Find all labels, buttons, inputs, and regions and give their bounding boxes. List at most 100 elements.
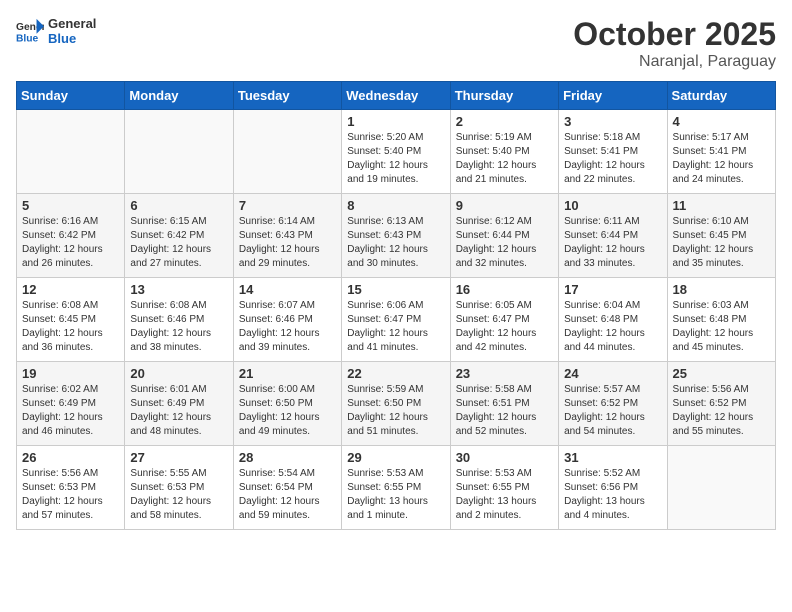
calendar-week-3: 12 Sunrise: 6:08 AM Sunset: 6:45 PM Dayli…	[17, 278, 776, 362]
day-info: Sunrise: 6:08 AM Sunset: 6:45 PM Dayligh…	[22, 299, 119, 355]
calendar-cell: 7Sunrise: 6:14 AM Sunset: 6:43 PM Daylig…	[233, 194, 341, 278]
calendar-cell: 8Sunrise: 6:13 AM Sunset: 6:43 PM Daylig…	[342, 194, 450, 278]
calendar-cell	[125, 110, 233, 194]
day-info: Sunrise: 5:56 AM Sunset: 6:53 PM Dayligh…	[22, 467, 119, 523]
day-info: Sunrise: 5:56 AM Sunset: 6:52 PM Dayligh…	[673, 383, 770, 439]
calendar-cell	[17, 110, 125, 194]
weekday-header-saturday: Saturday	[667, 82, 775, 110]
calendar-week-2: 5 Sunrise: 6:16 AM Sunset: 6:42 PM Daylig…	[17, 194, 776, 278]
svg-text:Blue: Blue	[16, 33, 39, 44]
weekday-header-row: SundayMondayTuesdayWednesdayThursdayFrid…	[17, 82, 776, 110]
day-number: 28	[239, 450, 336, 465]
day-number: 14	[239, 282, 336, 297]
day-number: 26	[22, 450, 119, 465]
day-info: Sunrise: 6:07 AM Sunset: 6:46 PM Dayligh…	[239, 299, 336, 355]
calendar-cell: 2 Sunrise: 5:19 AM Sunset: 5:40 PM Daylig…	[450, 110, 558, 194]
calendar-cell: 6 Sunrise: 6:15 AM Sunset: 6:42 PM Daylig…	[125, 194, 233, 278]
day-number: 6	[130, 198, 227, 213]
calendar-cell: 11 Sunrise: 6:10 AM Sunset: 6:45 PM Dayli…	[667, 194, 775, 278]
day-number: 3	[564, 114, 661, 129]
day-number: 23	[456, 366, 553, 381]
calendar-cell: 9 Sunrise: 6:12 AM Sunset: 6:44 PM Daylig…	[450, 194, 558, 278]
calendar-week-5: 26 Sunrise: 5:56 AM Sunset: 6:53 PM Dayli…	[17, 446, 776, 530]
day-info: Sunrise: 5:17 AM Sunset: 5:41 PM Dayligh…	[673, 131, 770, 187]
calendar-cell	[667, 446, 775, 530]
day-number: 5	[22, 198, 119, 213]
calendar-week-1: 1 Sunrise: 5:20 AM Sunset: 5:40 PM Daylig…	[17, 110, 776, 194]
day-info: Sunrise: 5:57 AM Sunset: 6:52 PM Dayligh…	[564, 383, 661, 439]
day-number: 8	[347, 198, 444, 213]
day-info: Sunrise: 5:55 AM Sunset: 6:53 PM Dayligh…	[130, 467, 227, 523]
day-info: Sunrise: 5:20 AM Sunset: 5:40 PM Dayligh…	[347, 131, 444, 187]
day-number: 25	[673, 366, 770, 381]
calendar-cell: 19Sunrise: 6:02 AM Sunset: 6:49 PM Dayli…	[17, 362, 125, 446]
location-subtitle: Naranjal, Paraguay	[573, 53, 776, 71]
day-info: Sunrise: 6:12 AM Sunset: 6:44 PM Dayligh…	[456, 215, 553, 271]
calendar-cell: 14 Sunrise: 6:07 AM Sunset: 6:46 PM Dayli…	[233, 278, 341, 362]
day-info: Sunrise: 5:53 AM Sunset: 6:55 PM Dayligh…	[456, 467, 553, 523]
calendar-cell: 23Sunrise: 5:58 AM Sunset: 6:51 PM Dayli…	[450, 362, 558, 446]
day-number: 24	[564, 366, 661, 381]
day-number: 10	[564, 198, 661, 213]
day-info: Sunrise: 5:59 AM Sunset: 6:50 PM Dayligh…	[347, 383, 444, 439]
day-info: Sunrise: 6:11 AM Sunset: 6:44 PM Dayligh…	[564, 215, 661, 271]
calendar-cell: 26 Sunrise: 5:56 AM Sunset: 6:53 PM Dayli…	[17, 446, 125, 530]
calendar-cell: 13 Sunrise: 6:08 AM Sunset: 6:46 PM Dayli…	[125, 278, 233, 362]
calendar-cell: 1 Sunrise: 5:20 AM Sunset: 5:40 PM Daylig…	[342, 110, 450, 194]
day-number: 1	[347, 114, 444, 129]
calendar-cell: 25 Sunrise: 5:56 AM Sunset: 6:52 PM Dayli…	[667, 362, 775, 446]
day-number: 20	[130, 366, 227, 381]
day-info: Sunrise: 6:05 AM Sunset: 6:47 PM Dayligh…	[456, 299, 553, 355]
weekday-header-friday: Friday	[559, 82, 667, 110]
month-title: October 2025	[573, 16, 776, 53]
calendar-cell: 24 Sunrise: 5:57 AM Sunset: 6:52 PM Dayli…	[559, 362, 667, 446]
weekday-header-tuesday: Tuesday	[233, 82, 341, 110]
day-number: 18	[673, 282, 770, 297]
day-number: 30	[456, 450, 553, 465]
day-number: 2	[456, 114, 553, 129]
title-block: October 2025 Naranjal, Paraguay	[573, 16, 776, 71]
calendar-week-4: 19Sunrise: 6:02 AM Sunset: 6:49 PM Dayli…	[17, 362, 776, 446]
day-number: 7	[239, 198, 336, 213]
day-info: Sunrise: 6:10 AM Sunset: 6:45 PM Dayligh…	[673, 215, 770, 271]
day-info: Sunrise: 6:06 AM Sunset: 6:47 PM Dayligh…	[347, 299, 444, 355]
day-number: 21	[239, 366, 336, 381]
day-info: Sunrise: 6:16 AM Sunset: 6:42 PM Dayligh…	[22, 215, 119, 271]
day-number: 13	[130, 282, 227, 297]
day-info: Sunrise: 5:52 AM Sunset: 6:56 PM Dayligh…	[564, 467, 661, 523]
calendar-cell: 17 Sunrise: 6:04 AM Sunset: 6:48 PM Dayli…	[559, 278, 667, 362]
calendar-cell	[233, 110, 341, 194]
calendar-cell: 16Sunrise: 6:05 AM Sunset: 6:47 PM Dayli…	[450, 278, 558, 362]
day-number: 12	[22, 282, 119, 297]
day-number: 27	[130, 450, 227, 465]
calendar-cell: 12 Sunrise: 6:08 AM Sunset: 6:45 PM Dayli…	[17, 278, 125, 362]
weekday-header-monday: Monday	[125, 82, 233, 110]
calendar-cell: 30 Sunrise: 5:53 AM Sunset: 6:55 PM Dayli…	[450, 446, 558, 530]
day-info: Sunrise: 6:03 AM Sunset: 6:48 PM Dayligh…	[673, 299, 770, 355]
day-number: 31	[564, 450, 661, 465]
day-info: Sunrise: 5:19 AM Sunset: 5:40 PM Dayligh…	[456, 131, 553, 187]
calendar-table: SundayMondayTuesdayWednesdayThursdayFrid…	[16, 81, 776, 530]
day-info: Sunrise: 6:15 AM Sunset: 6:42 PM Dayligh…	[130, 215, 227, 271]
calendar-cell: 4Sunrise: 5:17 AM Sunset: 5:41 PM Daylig…	[667, 110, 775, 194]
day-info: Sunrise: 5:18 AM Sunset: 5:41 PM Dayligh…	[564, 131, 661, 187]
logo-blue: Blue	[48, 31, 96, 46]
logo-general: General	[48, 16, 96, 31]
calendar-cell: 22 Sunrise: 5:59 AM Sunset: 6:50 PM Dayli…	[342, 362, 450, 446]
day-number: 11	[673, 198, 770, 213]
weekday-header-sunday: Sunday	[17, 82, 125, 110]
day-info: Sunrise: 5:54 AM Sunset: 6:54 PM Dayligh…	[239, 467, 336, 523]
calendar-cell: 15Sunrise: 6:06 AM Sunset: 6:47 PM Dayli…	[342, 278, 450, 362]
day-number: 17	[564, 282, 661, 297]
logo-icon: General Blue	[16, 17, 44, 45]
day-number: 9	[456, 198, 553, 213]
calendar-cell: 31 Sunrise: 5:52 AM Sunset: 6:56 PM Dayli…	[559, 446, 667, 530]
calendar-cell: 28 Sunrise: 5:54 AM Sunset: 6:54 PM Dayli…	[233, 446, 341, 530]
day-number: 22	[347, 366, 444, 381]
calendar-cell: 27 Sunrise: 5:55 AM Sunset: 6:53 PM Dayli…	[125, 446, 233, 530]
day-info: Sunrise: 6:08 AM Sunset: 6:46 PM Dayligh…	[130, 299, 227, 355]
day-info: Sunrise: 6:04 AM Sunset: 6:48 PM Dayligh…	[564, 299, 661, 355]
day-info: Sunrise: 6:00 AM Sunset: 6:50 PM Dayligh…	[239, 383, 336, 439]
logo: General Blue General Blue	[16, 16, 96, 46]
day-info: Sunrise: 5:53 AM Sunset: 6:55 PM Dayligh…	[347, 467, 444, 523]
